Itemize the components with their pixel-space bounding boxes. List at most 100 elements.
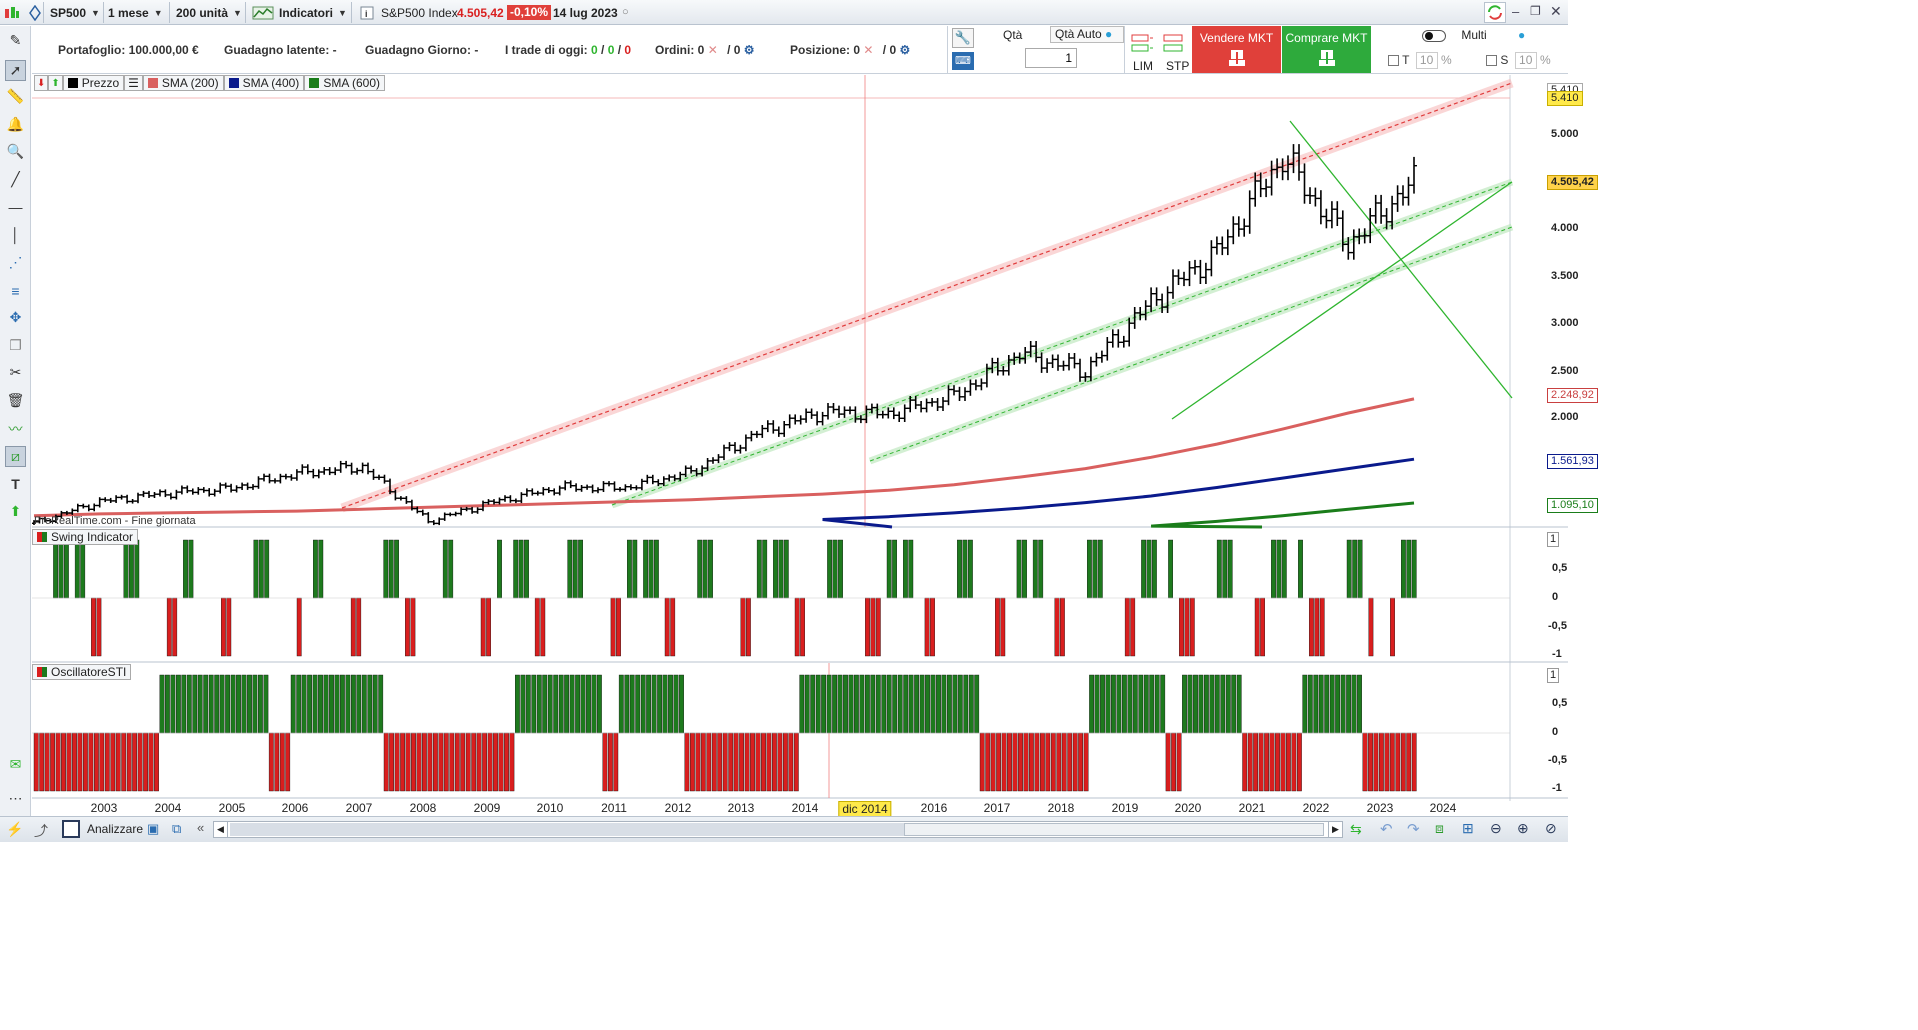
limit-order-icon[interactable]	[1130, 32, 1154, 56]
position-cancel-icon[interactable]: ✕	[863, 43, 873, 57]
s-checkbox[interactable]	[1486, 55, 1497, 67]
legend-sma200[interactable]: SMA (200)	[142, 75, 224, 91]
pattern-icon[interactable]: ⋰	[5, 252, 26, 273]
stop-order-icon[interactable]	[1162, 32, 1186, 56]
bell-icon[interactable]: 🔔	[5, 114, 26, 135]
legend-sma600[interactable]: SMA (600)	[304, 75, 386, 91]
units-select[interactable]: 200 unità ▼	[172, 2, 246, 23]
sti-tick: 0,5	[1552, 697, 1568, 709]
info-icon[interactable]: i	[356, 2, 378, 23]
swing-bar-bull	[394, 539, 399, 599]
multi-toggle[interactable]: Multi ●	[1422, 28, 1525, 42]
scroll-left-icon[interactable]: ◀	[214, 822, 228, 837]
sti-bar-bear	[783, 732, 788, 792]
sti-bar-bear	[1040, 732, 1045, 792]
position-gear-icon[interactable]: ⚙	[899, 43, 910, 57]
analyze-icon[interactable]	[62, 820, 80, 838]
sti-bar-bull	[618, 674, 624, 734]
scroll-right-icon[interactable]: ▶	[1328, 822, 1342, 837]
vertical-line-icon[interactable]: │	[5, 224, 26, 245]
arrow-up-icon[interactable]: ⬆	[5, 501, 26, 522]
buy-market-button[interactable]: Comprare MKT	[1282, 26, 1371, 73]
collapse-icon[interactable]: ⬇	[34, 75, 49, 91]
settings-icon[interactable]	[24, 2, 44, 23]
timeline-icon[interactable]: ⇆	[1350, 821, 1362, 838]
swing-title-chip[interactable]: Swing Indicator	[32, 529, 139, 545]
sti-bar-bull	[865, 674, 870, 734]
zoom-out-icon[interactable]: ⊖	[1490, 820, 1502, 837]
orders-info[interactable]: Ordini: 0 ✕ / 0 ⚙	[655, 43, 755, 57]
qty-auto-toggle[interactable]: Qtà Auto ●	[1050, 26, 1124, 43]
orders-gear-icon[interactable]: ⚙	[744, 43, 755, 57]
close-icon[interactable]: ✕	[1550, 3, 1562, 20]
indicator-line-icon[interactable]: 〰	[5, 418, 26, 439]
undo-icon[interactable]: ↶	[1380, 820, 1393, 838]
zoom-fit-icon[interactable]: ⊞	[1462, 820, 1474, 837]
layout-icon[interactable]: ⧈	[1435, 820, 1444, 837]
timeframe-select[interactable]: 1 mese ▼	[104, 2, 170, 23]
analyze-label[interactable]: Analizzare	[87, 822, 143, 836]
sti-title-chip[interactable]: OscillatoreSTI	[32, 664, 132, 680]
swing-bar-bull	[497, 539, 502, 599]
notification-icon[interactable]: ✉	[5, 754, 26, 775]
toggle-switch[interactable]	[1422, 29, 1446, 42]
wrench-icon[interactable]: 🔧	[952, 28, 974, 48]
zoom-in-icon[interactable]: ⊕	[1517, 820, 1529, 837]
scroll-track[interactable]	[230, 823, 904, 836]
double-chevron-left-icon[interactable]: «	[197, 820, 204, 835]
orders-label: Ordini: 0	[655, 43, 705, 57]
lim-label[interactable]: LIM	[1133, 59, 1153, 73]
orders-cancel-icon[interactable]: ✕	[708, 43, 718, 57]
copy-icon[interactable]: ❐	[5, 335, 26, 356]
symbol-select[interactable]: SP500 ▼	[46, 2, 104, 23]
trash-icon[interactable]: 🗑	[5, 390, 26, 411]
keyboard-icon[interactable]: ⌨	[952, 52, 974, 70]
position-info[interactable]: Posizione: 0 ✕ / 0 ⚙	[790, 43, 910, 57]
minimize-icon[interactable]: –	[1512, 4, 1519, 19]
move-icon[interactable]: ✥	[5, 307, 26, 328]
chart-icon[interactable]	[0, 2, 22, 23]
window-icon[interactable]: ▣	[147, 821, 159, 837]
chart-area[interactable]: ⬇ ⬆ Prezzo ☰ SMA (200) SMA (400) SMA (60…	[32, 75, 1598, 816]
list-icon[interactable]: ☰	[124, 75, 143, 91]
take-profit-field[interactable]: T 10 %	[1388, 52, 1452, 69]
stop-loss-field[interactable]: S 10 %	[1486, 52, 1551, 69]
horizontal-line-icon[interactable]: —	[5, 196, 26, 217]
scroll-thumb[interactable]	[904, 823, 1324, 836]
sti-bar-bear	[498, 732, 504, 792]
legend-price[interactable]: Prezzo	[62, 75, 125, 91]
t-value[interactable]: 10	[1415, 52, 1438, 69]
windows-icon[interactable]: ⧉	[172, 821, 181, 837]
toolbar-divider	[1124, 26, 1125, 73]
trendline-icon[interactable]: ╱	[5, 169, 26, 190]
sell-market-button[interactable]: Vendere MKT	[1192, 26, 1281, 73]
legend-sma400[interactable]: SMA (400)	[223, 75, 305, 91]
swing-bar-bear	[1260, 597, 1266, 657]
swing-bar-bear	[1319, 597, 1325, 657]
share-icon[interactable]: ⤴	[34, 821, 48, 841]
restore-icon[interactable]: ❐	[1530, 4, 1541, 18]
ai-icon[interactable]: ⚡	[6, 821, 23, 838]
tools-icon[interactable]: ✂	[5, 362, 26, 383]
sti-bar-bull	[1089, 674, 1095, 734]
price-chart[interactable]	[32, 75, 1568, 816]
redo-icon[interactable]: ↷	[1407, 820, 1420, 838]
ruler-icon[interactable]: 📏	[5, 86, 26, 107]
t-checkbox[interactable]	[1388, 55, 1399, 67]
fibonacci-icon[interactable]: ≡	[5, 280, 26, 301]
qty-input[interactable]	[1025, 48, 1077, 68]
more-icon[interactable]: ⋯	[5, 788, 26, 809]
s-value[interactable]: 10	[1514, 52, 1537, 69]
sti-bar-bear	[115, 732, 121, 792]
zoom-range-icon[interactable]: ⊘	[1545, 820, 1557, 837]
refresh-icon[interactable]	[1484, 2, 1506, 23]
text-icon[interactable]: T	[5, 473, 26, 494]
expand-icon[interactable]: ⬆	[48, 75, 63, 91]
zoom-icon[interactable]: 🔍	[5, 141, 26, 162]
pencil-icon[interactable]: ✎	[5, 30, 26, 51]
cursor-icon[interactable]: ➚	[5, 60, 26, 81]
indicators-menu[interactable]: Indicatori ▼	[248, 2, 352, 23]
scrollbar[interactable]: ◀ ▶	[213, 821, 1343, 838]
channel-icon[interactable]: ⧄	[5, 446, 26, 467]
stp-label[interactable]: STP	[1166, 59, 1189, 73]
